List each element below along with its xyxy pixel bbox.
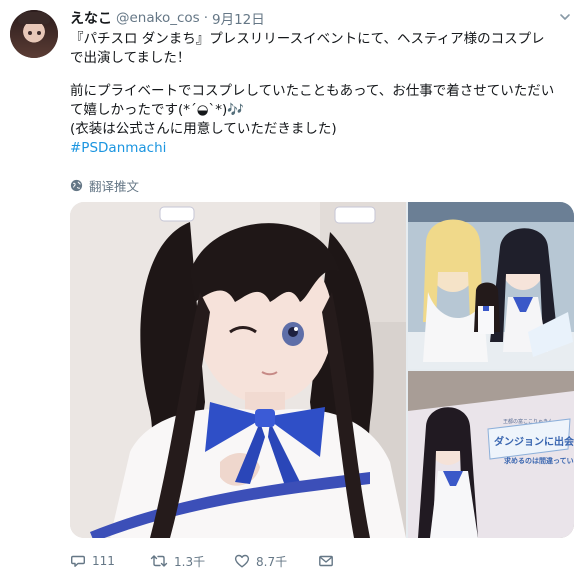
retweet-button[interactable]: 1.3千 xyxy=(150,553,205,570)
reply-button[interactable]: 111 xyxy=(70,553,115,569)
chevron-down-icon[interactable] xyxy=(558,10,572,24)
avatar-eye xyxy=(28,31,32,35)
user-handle[interactable]: @enako_cos xyxy=(116,10,200,26)
tweet-actions: 111 1.3千 8.7千 xyxy=(70,551,570,571)
photo-cosplay-selfie[interactable] xyxy=(70,202,406,538)
avatar-hat xyxy=(18,12,50,24)
reply-count: 111 xyxy=(92,554,115,568)
tweet-date[interactable]: 9月12日 xyxy=(212,8,265,28)
translate-label: 翻译推文 xyxy=(89,179,140,194)
retweet-count: 1.3千 xyxy=(174,554,206,569)
envelope-icon xyxy=(319,555,333,567)
avatar[interactable] xyxy=(10,10,58,58)
like-button[interactable]: 8.7千 xyxy=(234,553,287,570)
photo-danmachi-poster[interactable]: 王都の富ここりゅきん ダンジョンに出会いを 求めるのは間違っているだろうか xyxy=(408,371,574,538)
media-grid: 王都の富ここりゅきん ダンジョンに出会いを 求めるのは間違っているだろうか xyxy=(70,202,574,538)
tweet-line: 前にプライベートでコスプレしていたこともあって、お仕事で着させていただい xyxy=(70,83,555,99)
tweet-text: 『パチスロ ダンまち』プレスリリースイベントにて、ヘスティア様のコスプレ で出演… xyxy=(70,30,578,158)
poster-subtitle: 求めるのは間違っているだろうか xyxy=(504,456,574,465)
poster-title: ダンジョンに出会いを xyxy=(494,435,574,448)
separator: · xyxy=(203,10,208,26)
tweet-header: えなこ @enako_cos · 9月12日 xyxy=(70,8,265,28)
heart-icon xyxy=(234,554,250,568)
tweet-line: で出演してました！ xyxy=(70,50,191,66)
danmachi-poster-image: 王都の富ここりゅきん ダンジョンに出会いを 求めるのは間違っているだろうか xyxy=(408,371,574,538)
like-count: 8.7千 xyxy=(256,554,288,569)
retweet-icon xyxy=(150,555,168,567)
poster-with-cosplayer-image xyxy=(408,202,574,369)
photo-poster-with-cosplayer[interactable] xyxy=(408,202,574,369)
tweet-line: (衣装は公式さんに用意していただきました) xyxy=(70,121,337,137)
globe-icon xyxy=(70,179,83,192)
cosplay-selfie-image xyxy=(70,202,406,538)
translate-tweet-button[interactable]: 翻译推文 xyxy=(70,176,139,195)
hashtag-link[interactable]: #PSDanmachi xyxy=(70,139,578,158)
tweet-line: て嬉しかったです(*´◒`*)🎶 xyxy=(70,102,245,118)
tweet-line: 『パチスロ ダンまち』プレスリリースイベントにて、ヘスティア様のコスプレ xyxy=(70,31,545,47)
user-name[interactable]: えなこ xyxy=(70,8,112,28)
direct-message-button[interactable] xyxy=(318,553,340,569)
reply-icon xyxy=(71,555,85,567)
avatar-eye xyxy=(37,31,41,35)
